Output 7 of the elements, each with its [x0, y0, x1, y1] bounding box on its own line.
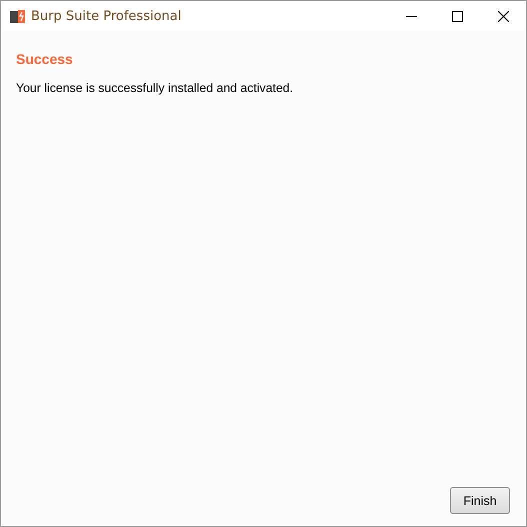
license-message: Your license is successfully installed and activated. [16, 81, 294, 95]
success-heading: Success [16, 51, 74, 67]
finish-button[interactable]: Finish [450, 487, 510, 514]
close-icon [498, 10, 508, 22]
window-title: Burp Suite Professional [31, 8, 182, 24]
maximize-icon [452, 10, 462, 22]
app-logo-icon [10, 8, 26, 24]
